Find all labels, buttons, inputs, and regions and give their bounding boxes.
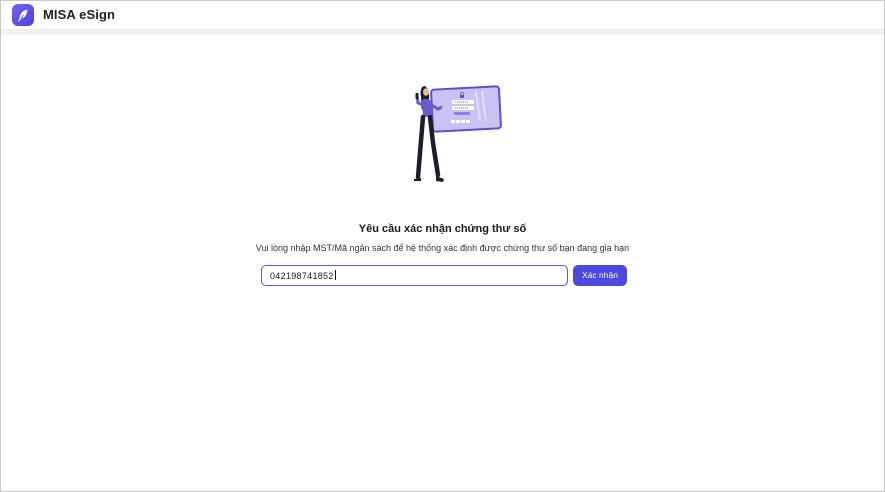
- woman-login-screen-illustration: ••••••• •••••••: [406, 81, 506, 194]
- svg-text:•••••••: •••••••: [454, 106, 468, 110]
- text-caret: [334, 270, 336, 280]
- app-name: MISA eSign: [43, 7, 116, 22]
- tax-code-input-value[interactable]: 042198741852: [270, 270, 336, 281]
- top-bar: MISA eSign: [1, 1, 884, 30]
- tax-code-input[interactable]: 042198741852: [261, 265, 568, 286]
- page-subtitle: Vui lòng nhập MST/Mã ngân sách để hệ thố…: [255, 243, 630, 253]
- header-divider-strip: [1, 30, 884, 35]
- quill-feather-icon: [18, 9, 28, 22]
- misa-esign-logo[interactable]: [12, 4, 34, 26]
- confirm-button[interactable]: Xác nhận: [573, 265, 627, 286]
- tax-code-input-text: 042198741852: [270, 271, 334, 281]
- page-frame: MISA eSign ••••••• ••••••• Yêu cầu xác n…: [0, 0, 885, 492]
- page-title: Yêu cầu xác nhận chứng thư số: [358, 223, 527, 235]
- svg-text:•••••••: •••••••: [454, 100, 468, 104]
